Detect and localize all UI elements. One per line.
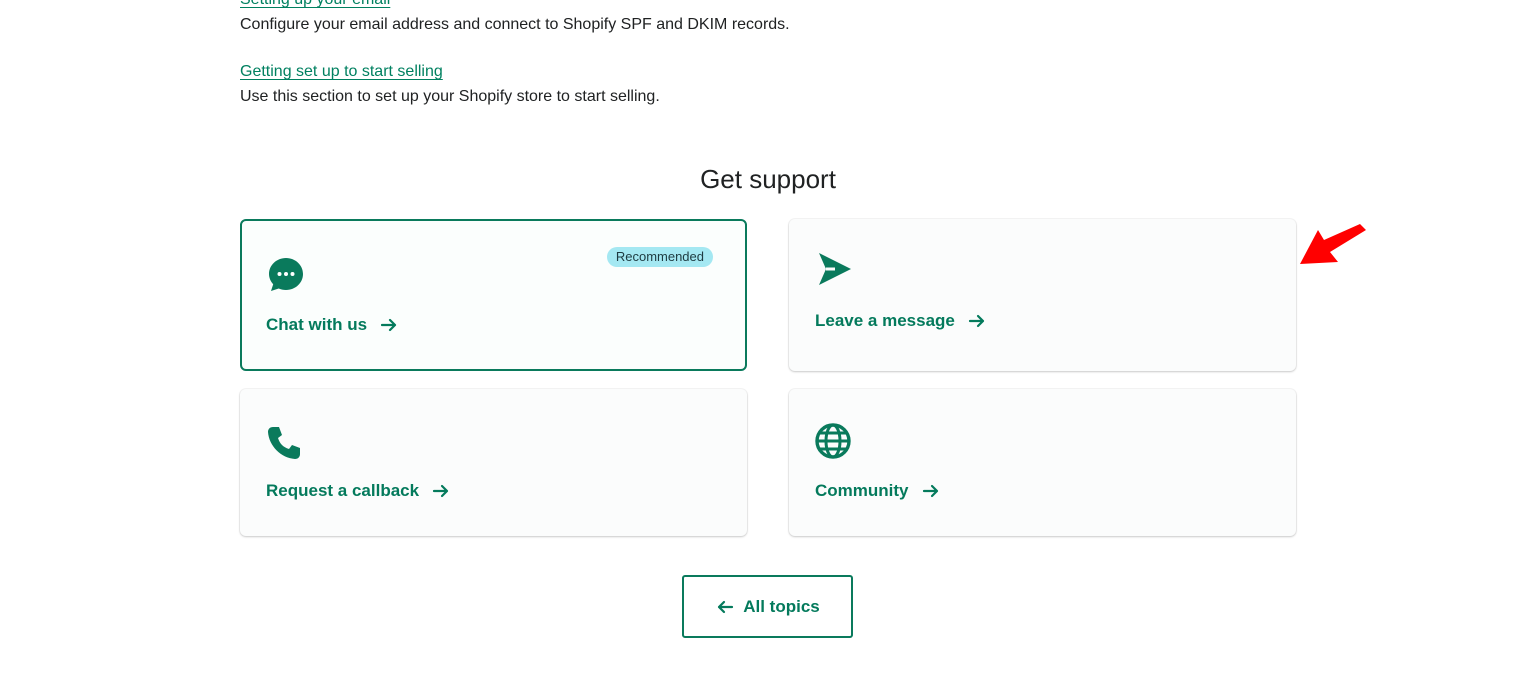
topic-description: Use this section to set up your Shopify …: [240, 88, 660, 105]
all-topics-label: All topics: [743, 596, 820, 616]
topic-link-start-selling[interactable]: Getting set up to start selling: [240, 62, 443, 82]
arrow-right-icon: [432, 484, 449, 498]
topic-list: Setting up your email Configure your ema…: [240, 0, 1296, 108]
leave-a-message-card[interactable]: Leave a message: [789, 219, 1296, 371]
request-callback-card[interactable]: Request a callback: [240, 389, 747, 536]
topic-description: Configure your email address and connect…: [240, 16, 790, 33]
card-label: Chat with us: [266, 315, 368, 334]
topic-item: Setting up your email Configure your ema…: [240, 0, 1296, 36]
card-label: Community: [815, 481, 909, 500]
community-link[interactable]: Community: [815, 481, 941, 501]
all-topics-button[interactable]: All topics: [682, 575, 853, 638]
topic-link-email[interactable]: Setting up your email: [240, 0, 390, 10]
chat-bubble-icon: [269, 258, 303, 291]
arrow-right-icon: [380, 318, 397, 332]
chat-with-us-link[interactable]: Chat with us: [266, 315, 399, 335]
globe-icon: [815, 423, 851, 459]
phone-icon: [268, 427, 300, 459]
request-callback-link[interactable]: Request a callback: [266, 481, 451, 501]
arrow-right-icon: [922, 484, 938, 498]
chat-with-us-card[interactable]: Recommended Chat with us: [240, 219, 747, 371]
arrow-left-icon: [718, 600, 734, 613]
recommended-badge: Recommended: [606, 247, 713, 267]
community-card[interactable]: Community: [789, 389, 1296, 536]
arrow-right-icon: [968, 314, 984, 328]
support-heading: Get support: [700, 164, 836, 194]
send-icon: [819, 253, 851, 285]
leave-a-message-link[interactable]: Leave a message: [815, 311, 987, 331]
card-label: Leave a message: [815, 311, 955, 330]
topic-item: Getting set up to start selling Use this…: [240, 62, 1296, 108]
help-page: Setting up your email Configure your ema…: [0, 0, 1536, 682]
card-label: Request a callback: [266, 481, 420, 500]
annotation-arrow-icon: [1300, 224, 1366, 264]
